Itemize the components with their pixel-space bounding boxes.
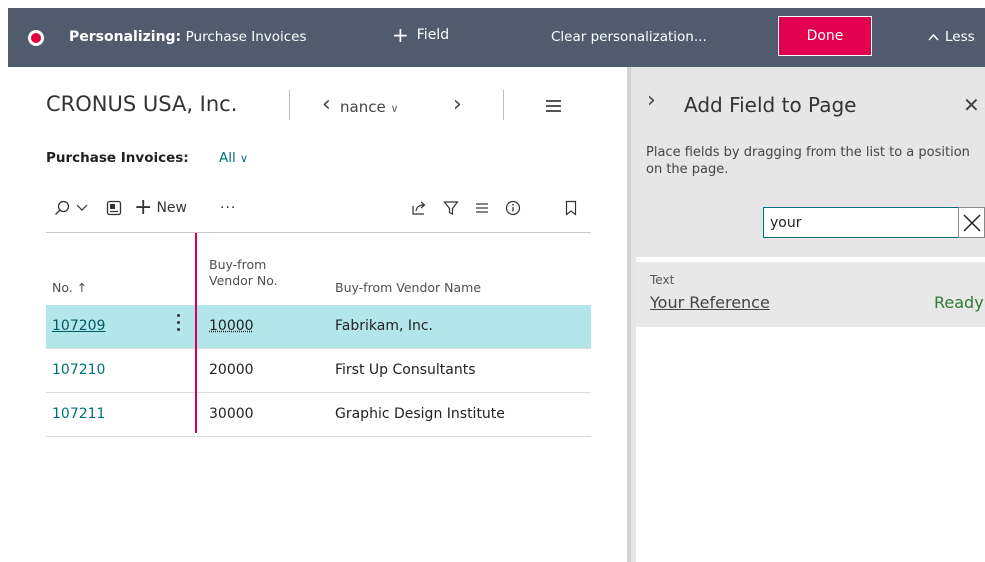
info-icon <box>505 200 521 216</box>
invoice-no-link[interactable]: 107209 <box>52 318 105 334</box>
drop-position-marker <box>195 233 197 433</box>
vendor-no-cell[interactable]: 30000 <box>209 406 254 422</box>
toolbar-divider <box>46 232 591 233</box>
personalization-bar: Personalizing: Purchase Invoices + Field… <box>8 8 985 67</box>
role-center-nav-label: nance <box>340 98 386 116</box>
search-button[interactable] <box>54 196 88 220</box>
pane-hint: Place fields by dragging from the list t… <box>646 145 970 177</box>
role-center-nav[interactable]: nance ∨ <box>340 98 399 116</box>
vendor-name-cell[interactable]: Graphic Design Institute <box>335 406 505 422</box>
hamburger-menu-icon[interactable] <box>546 100 561 115</box>
vendor-name-cell[interactable]: Fabrikam, Inc. <box>335 318 433 334</box>
add-field-label: Field <box>416 27 450 43</box>
share-button[interactable] <box>411 196 427 220</box>
new-button[interactable]: + New <box>134 196 187 220</box>
field-search-input[interactable] <box>764 208 958 237</box>
list-item[interactable]: Text Your Reference Ready <box>636 262 985 327</box>
clear-search-button[interactable] <box>958 207 985 238</box>
clear-personalization-link[interactable]: Clear personalization... <box>551 29 707 45</box>
divider <box>503 90 504 120</box>
filter-button[interactable] <box>443 196 459 220</box>
list-toolbar: + New ··· <box>46 196 591 220</box>
chevron-down-icon: ∨ <box>240 152 249 165</box>
table-row[interactable]: 107211 30000 Graphic Design Institute <box>46 393 591 437</box>
pane-title: Add Field to Page <box>684 93 857 117</box>
invoice-no-link[interactable]: 107211 <box>52 406 105 422</box>
close-icon <box>962 213 981 232</box>
list-view-button[interactable] <box>474 196 490 220</box>
vendor-no-cell[interactable]: 10000 <box>209 318 254 334</box>
chevron-down-icon: ∨ <box>390 102 399 115</box>
vendor-no-cell[interactable]: 20000 <box>209 362 254 378</box>
nav-back-icon[interactable]: ‹ <box>322 92 331 117</box>
company-name[interactable]: CRONUS USA, Inc. <box>46 92 237 116</box>
field-name-link[interactable]: Your Reference <box>650 293 770 312</box>
field-status: Ready <box>934 293 984 312</box>
view-filter-dropdown[interactable]: All ∨ <box>219 150 248 166</box>
close-icon[interactable]: ✕ <box>963 93 980 117</box>
edit-list-icon <box>106 200 122 216</box>
field-results-list: Text Your Reference Ready <box>636 257 985 562</box>
field-search-box[interactable] <box>763 207 959 238</box>
new-button-label: New <box>156 200 187 216</box>
chevron-down-icon <box>76 204 88 211</box>
table-row[interactable]: 107210 20000 First Up Consultants <box>46 349 591 393</box>
share-icon <box>412 201 426 215</box>
table-row[interactable]: 107209 10000 Fabrikam, Inc. <box>46 305 591 349</box>
plus-icon: + <box>392 23 409 47</box>
add-field-pane: › Add Field to Page ✕ Place fields by dr… <box>631 67 985 562</box>
collapse-pane-icon[interactable]: › <box>647 88 656 113</box>
edit-list-button[interactable] <box>106 196 122 220</box>
column-header-no[interactable]: No. ↑ <box>52 280 87 296</box>
chevron-up-icon <box>928 33 939 41</box>
bookmark-icon <box>565 200 577 216</box>
view-filter-label: All <box>219 150 236 166</box>
bookmark-button[interactable] <box>564 196 578 220</box>
personalizing-page-name: Purchase Invoices <box>185 29 307 45</box>
more-options-button[interactable]: ··· <box>220 196 236 220</box>
record-icon <box>28 30 44 46</box>
done-button[interactable]: Done <box>778 16 872 56</box>
personalizing-title: Personalizing: Purchase Invoices <box>69 29 307 45</box>
plus-icon: + <box>134 195 153 220</box>
list-title: Purchase Invoices: <box>46 150 189 166</box>
list-view-icon <box>476 203 488 213</box>
less-button[interactable]: Less <box>928 29 975 45</box>
pane-header: › Add Field to Page ✕ Place fields by dr… <box>631 67 985 257</box>
add-field-button[interactable]: + Field <box>392 23 450 47</box>
column-header-vendor-no[interactable]: Buy-from Vendor No. <box>209 257 299 289</box>
info-button[interactable] <box>505 196 521 220</box>
field-type-label: Text <box>650 273 675 287</box>
invoice-no-link[interactable]: 107210 <box>52 362 105 378</box>
vendor-name-cell[interactable]: First Up Consultants <box>335 362 476 378</box>
row-actions-icon[interactable] <box>174 314 182 336</box>
divider <box>289 90 290 120</box>
less-label: Less <box>945 29 975 45</box>
nav-forward-icon[interactable]: › <box>453 92 462 117</box>
filter-icon <box>443 201 459 215</box>
personalizing-label: Personalizing: <box>69 29 182 45</box>
column-header-vendor-name[interactable]: Buy-from Vendor Name <box>335 280 481 296</box>
search-icon <box>55 200 70 215</box>
